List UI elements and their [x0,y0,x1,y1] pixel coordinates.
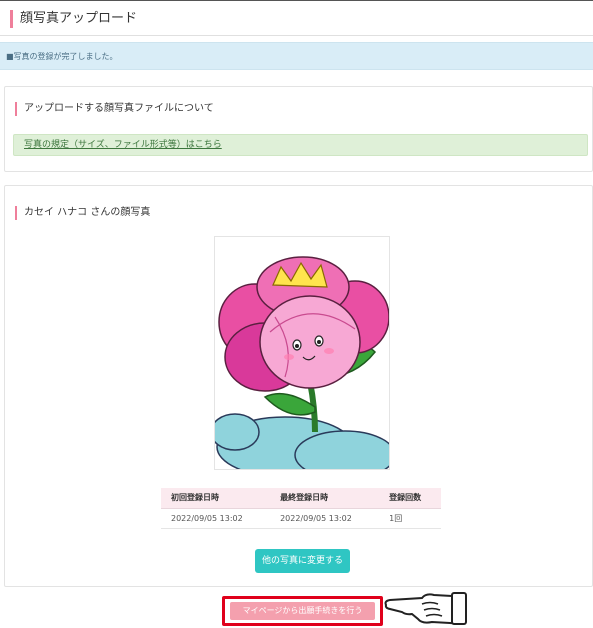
face-photo [214,236,390,470]
registration-count-value: 1回 [379,508,441,529]
mypage-button-highlight: マイページから出願手続きを行う [222,596,383,626]
upload-info-panel: アップロードする顔写真ファイルについて 写真の規定（サイズ、ファイル形式等）はこ… [4,86,593,172]
title-accent-bar [10,10,13,28]
photo-panel: カセイ ハナコ さんの顔写真 初回登録日時 最終登録日時 登録回数 2022/0… [4,185,593,587]
success-notice: ■写真の登録が完了しました。 [0,42,593,70]
pointing-hand-icon [384,592,467,625]
table-header-row: 初回登録日時 最終登録日時 登録回数 [161,488,441,509]
change-photo-button[interactable]: 他の写真に変更する [255,549,350,573]
heading-accent-bar [15,206,17,220]
photo-rules-box: 写真の規定（サイズ、ファイル形式等）はこちら [13,134,588,156]
photo-rules-link[interactable]: 写真の規定（サイズ、ファイル形式等）はこちら [24,140,222,151]
heading-accent-bar [15,102,17,116]
page-title: 顔写真アップロード [20,11,138,26]
first-registered-value: 2022/09/05 13:02 [161,508,271,529]
table-row: 2022/09/05 13:02 2022/09/05 13:02 1回 [161,508,441,529]
success-notice-text: ■写真の登録が完了しました。 [6,52,118,61]
last-registered-header: 最終登録日時 [270,488,380,509]
registration-stats-table: 初回登録日時 最終登録日時 登録回数 2022/09/05 13:02 2022… [161,488,441,529]
upload-info-heading-label: アップロードする顔写真ファイルについて [24,103,214,114]
flower-character-icon [215,256,389,469]
mypage-application-button[interactable]: マイページから出願手続きを行う [230,602,375,620]
registration-count-header: 登録回数 [379,488,441,509]
last-registered-value: 2022/09/05 13:02 [270,508,380,529]
first-registered-header: 初回登録日時 [161,488,271,509]
photo-heading-label: カセイ ハナコ さんの顔写真 [24,207,151,218]
page-header: 顔写真アップロード [0,0,593,36]
